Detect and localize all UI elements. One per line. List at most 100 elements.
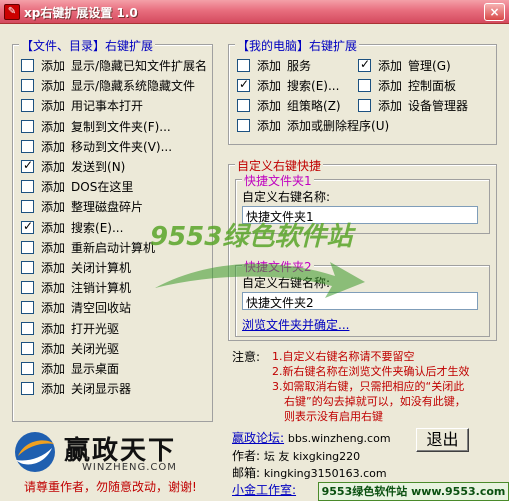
logo-swoosh-icon [15, 432, 55, 472]
checkbox-label: DOS在这里 [71, 180, 134, 195]
checkbox[interactable] [21, 200, 34, 214]
file-dir-option[interactable]: 添加 移动到文件夹(V)... [21, 139, 172, 156]
note-line: 1.自定义右键名称请不要留空 [272, 350, 415, 363]
checkbox[interactable] [21, 59, 34, 72]
checkbox-label: 服务 [287, 59, 312, 73]
checkbox[interactable] [237, 99, 250, 112]
my-computer-option[interactable]: 添加 服务 [237, 59, 311, 75]
checkbox[interactable] [21, 281, 34, 295]
checkbox-label: 关闭计算机 [71, 261, 132, 275]
checkbox-prefix: 添加 [41, 200, 66, 215]
checkbox-prefix: 添加 [41, 79, 66, 94]
checkbox-prefix: 添加 [41, 281, 66, 296]
my-computer-option[interactable]: 添加 设备管理器 [358, 99, 468, 115]
checkbox-label: 发送到(N) [71, 160, 126, 174]
checkbox-prefix: 添加 [41, 220, 66, 235]
checkbox-prefix: 添加 [257, 99, 282, 113]
email-row: 邮箱: kingking3150163.com [232, 464, 387, 481]
checkbox[interactable] [21, 382, 34, 396]
file-dir-option[interactable]: 添加 打开光驱 [21, 321, 120, 338]
checkbox-prefix: 添加 [41, 362, 66, 376]
checkbox-label: 显示/隐藏已知文件扩展名 [71, 59, 208, 73]
checkbox[interactable] [21, 158, 34, 173]
file-dir-option[interactable]: 添加 复制到文件夹(F)... [21, 119, 171, 136]
checkbox[interactable] [21, 240, 34, 254]
checkbox-prefix: 添加 [378, 79, 403, 93]
checkbox-prefix: 添加 [41, 240, 66, 255]
checkbox-prefix: 添加 [378, 59, 403, 73]
checkbox[interactable] [21, 301, 34, 315]
notes-prefix: 注意: [232, 350, 261, 364]
checkbox[interactable] [21, 119, 34, 133]
close-button[interactable]: × [484, 3, 505, 21]
file-dir-option[interactable]: 添加发送到(N) [21, 158, 126, 176]
checkbox-label: 注销计算机 [71, 281, 132, 296]
checkbox-label: 整理磁盘碎片 [71, 200, 144, 215]
checkbox-prefix: 添加 [41, 119, 66, 134]
checkbox-prefix: 添加 [257, 79, 282, 93]
file-dir-option[interactable]: 添加 注销计算机 [21, 281, 131, 297]
checkbox[interactable] [21, 261, 34, 274]
logo-subtext: WINZHENG.COM [82, 462, 177, 473]
checkbox-prefix: 添加 [41, 160, 66, 174]
checkbox-prefix: 添加 [41, 261, 66, 275]
note-line: 2.新右键名称在浏览文件夹确认后才生效 [272, 365, 470, 378]
file-dir-option[interactable]: 添加 显示桌面 [21, 362, 119, 378]
checkbox-label: 复制到文件夹(F)... [71, 119, 171, 134]
checkbox[interactable] [237, 119, 250, 132]
file-dir-option[interactable]: 添加 显示/隐藏已知文件扩展名 [21, 59, 207, 75]
forum-label[interactable]: 赢政论坛: [232, 431, 284, 445]
checkbox[interactable] [21, 139, 34, 153]
file-dir-option[interactable]: 添加 用记事本打开 [21, 99, 143, 115]
checkbox-label: 打开光驱 [71, 321, 120, 336]
file-dir-option[interactable]: 添加 清空回收站 [21, 301, 131, 317]
note-line: 则表示没有启用右键 [284, 410, 383, 423]
file-dir-option[interactable]: 添加 显示/隐藏系统隐藏文件 [21, 79, 195, 95]
checkbox[interactable] [21, 180, 34, 194]
note-line: 3.如需取消右键，只需把相应的“关闭此 [272, 380, 465, 393]
checkbox[interactable] [358, 57, 371, 72]
my-computer-option[interactable]: 添加 添加或删除程序(U) [237, 119, 389, 135]
checkbox-label: 搜索(E)... [71, 220, 124, 235]
checkbox-prefix: 添加 [41, 301, 66, 316]
checkbox[interactable] [358, 99, 371, 112]
my-computer-option[interactable]: 添加 控制面板 [358, 79, 456, 95]
checkbox[interactable] [21, 99, 34, 113]
checkbox-prefix: 添加 [41, 139, 66, 154]
file-dir-option[interactable]: 添加 关闭计算机 [21, 261, 131, 277]
browse-folder-link[interactable]: 浏览文件夹并确定... [242, 316, 349, 333]
checkbox[interactable] [21, 219, 34, 234]
checkbox[interactable] [21, 362, 34, 375]
app-icon: ✎ [4, 4, 20, 20]
window-title: xp右键扩展设置 1.0 [24, 6, 138, 20]
my-computer-option[interactable]: 添加管理(G) [358, 57, 451, 75]
checkbox[interactable] [21, 79, 34, 93]
checkbox-label: 添加或删除程序(U) [287, 119, 390, 133]
checkbox-prefix: 添加 [41, 321, 66, 336]
slogan: 请尊重作者，勿随意改动，谢谢! [24, 480, 197, 494]
checkbox-prefix: 添加 [257, 119, 282, 133]
checkbox-prefix: 添加 [378, 99, 403, 113]
exit-button[interactable]: 退出 [416, 428, 469, 452]
studio-link[interactable]: 小金工作室: [232, 481, 296, 498]
checkbox-label: 用记事本打开 [71, 99, 144, 114]
checkbox[interactable] [21, 341, 34, 355]
file-dir-option[interactable]: 添加搜索(E)... [21, 219, 124, 237]
file-dir-option[interactable]: 添加 重新启动计算机 [21, 240, 156, 257]
file-dir-option[interactable]: 添加 关闭显示器 [21, 382, 131, 398]
my-computer-option[interactable]: 添加 组策略(Z) [237, 99, 341, 115]
checkbox[interactable] [237, 59, 250, 72]
checkbox-prefix: 添加 [41, 341, 66, 356]
author-value: 坛 友 kixgking220 [263, 450, 361, 463]
checkbox[interactable] [21, 321, 34, 335]
file-dir-option[interactable]: 添加 DOS在这里 [21, 180, 133, 196]
checkbox[interactable] [237, 77, 250, 92]
checkbox-label: 重新启动计算机 [71, 240, 156, 255]
title-bar[interactable]: ✎ xp右键扩展设置 1.0 × [0, 0, 509, 24]
my-computer-option[interactable]: 添加搜索(E)... [237, 77, 339, 95]
author-row: 作者: 坛 友 kixgking220 [232, 447, 360, 464]
file-dir-option[interactable]: 添加 关闭光驱 [21, 341, 120, 358]
checkbox[interactable] [358, 79, 371, 92]
checkbox-label: 关闭光驱 [71, 341, 120, 356]
file-dir-option[interactable]: 添加 整理磁盘碎片 [21, 200, 143, 216]
